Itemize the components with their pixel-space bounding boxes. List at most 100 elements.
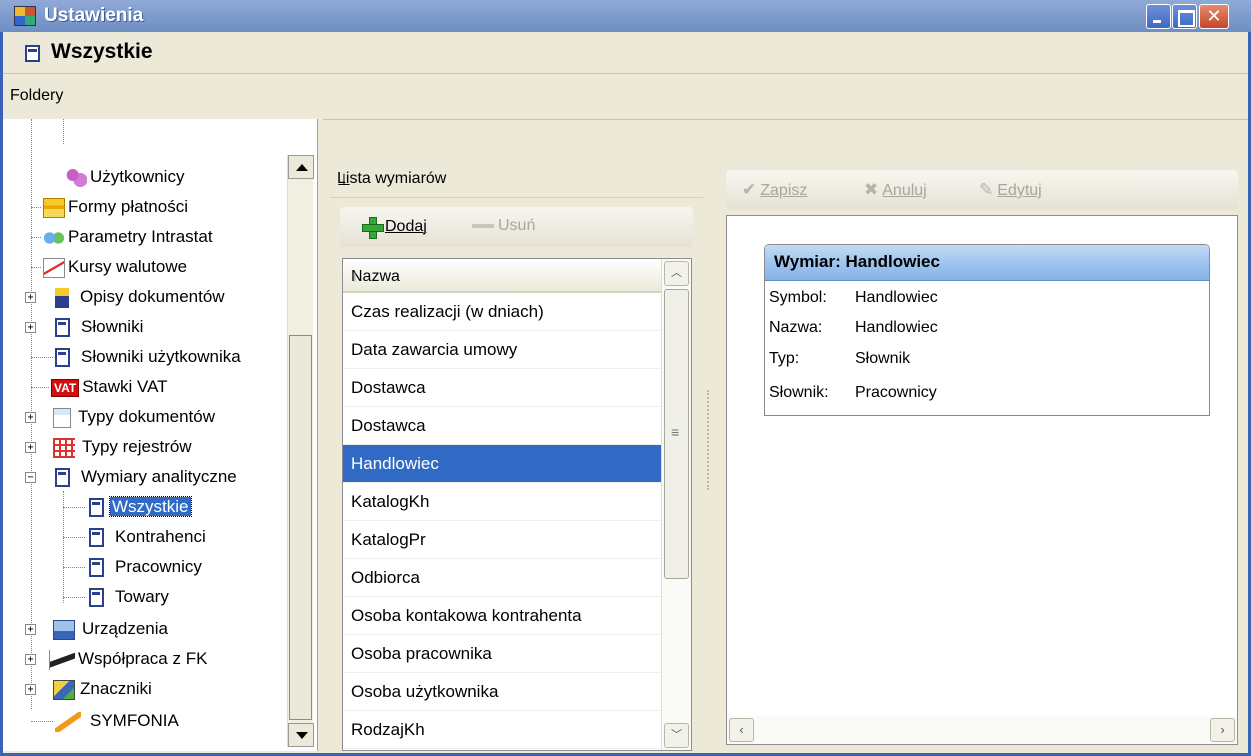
tree-item-wspolpraca-z-fk[interactable]: + Współpraca z FK [25, 645, 207, 675]
maximize-button[interactable] [1172, 4, 1197, 29]
tree-scroll-thumb[interactable] [289, 335, 312, 720]
close-button[interactable]: ✕ [1199, 4, 1229, 29]
minimize-button[interactable] [1146, 4, 1171, 29]
dimension-card: Wymiar: Handlowiec Symbol: Handlowiec Na… [764, 244, 1210, 416]
document-icon [55, 287, 69, 308]
scroll-down-arrow-icon[interactable] [288, 723, 314, 747]
expand-icon[interactable]: + [25, 412, 36, 423]
markers-icon [53, 679, 75, 700]
tree-item-opisy-dokumentow[interactable]: + Opisy dokumentów [25, 283, 225, 313]
list-item-selected[interactable]: Handlowiec [343, 445, 661, 483]
expand-icon[interactable]: + [25, 654, 36, 665]
tree-item-label: SYMFONIA [90, 711, 179, 730]
document-icon [25, 45, 40, 62]
tree-item-label: Kursy walutowe [68, 257, 188, 276]
list-item[interactable]: Osoba pracownika [343, 635, 661, 673]
document-icon [89, 588, 104, 608]
tree-item-wymiary-analityczne[interactable]: − Wymiary analityczne [25, 463, 237, 493]
detail-toolbar: ✔ Zapisz ✖ Anuluj ✎ Edytuj [726, 170, 1238, 210]
expand-icon[interactable]: + [25, 292, 36, 303]
tree-item-pracownicy[interactable]: Pracownicy [63, 553, 202, 583]
tree-item-label: Towary [115, 587, 169, 606]
column-header-nazwa[interactable]: Nazwa ↑ [343, 259, 661, 293]
tree-item-stawki-vat[interactable]: VAT Stawki VAT [31, 373, 168, 403]
add-button[interactable]: Dodaj [362, 217, 427, 239]
devices-icon [53, 619, 75, 640]
settings-window: Ustawienia ✕ Wszystkie Foldery Użytkowni… [0, 0, 1251, 756]
tree-line [63, 119, 64, 144]
save-label: Zapisz [760, 182, 808, 199]
save-button[interactable]: ✔ Zapisz [742, 180, 807, 200]
tree-item-towary[interactable]: Towary [63, 583, 169, 613]
field-value: Handlowiec [855, 319, 938, 336]
field-value: Słownik [855, 350, 911, 367]
section-title: Wszystkie [51, 40, 153, 63]
detail-body: Wymiar: Handlowiec Symbol: Handlowiec Na… [726, 215, 1238, 745]
scroll-up-arrow-icon[interactable]: ︿ [664, 261, 689, 286]
list-item[interactable]: Dostawca [343, 407, 661, 445]
intrastat-icon [43, 227, 65, 248]
list-item[interactable]: Dostawca [343, 369, 661, 407]
list-item[interactable]: KatalogKh [343, 483, 661, 521]
tree-item-znaczniki[interactable]: + Znaczniki [25, 675, 152, 705]
cancel-button[interactable]: ✖ Anuluj [864, 180, 927, 200]
pin-icon[interactable]: ⊥ [337, 170, 689, 190]
list-item[interactable]: Czas realizacji (w dniach) [343, 293, 661, 331]
cancel-label: Anuluj [882, 182, 927, 199]
list-item[interactable]: Osoba kontakowa kontrahenta [343, 597, 661, 635]
list-item[interactable]: Data zawarcia umowy [343, 331, 661, 369]
tree-item-kursy-walutowe[interactable]: Kursy walutowe [31, 253, 187, 283]
tree-item-urzadzenia[interactable]: + Urządzenia [25, 615, 168, 645]
payment-forms-icon [43, 197, 65, 218]
tree-item-label: Słowniki [81, 317, 144, 336]
expand-icon[interactable]: + [25, 442, 36, 453]
tree-item-wszystkie[interactable]: Wszystkie [63, 493, 192, 523]
tree-item-label: Urządzenia [82, 619, 168, 638]
tree-item-kontrahenci[interactable]: Kontrahenci [63, 523, 206, 553]
tree-item-slowniki-uzytkownika[interactable]: Słowniki użytkownika [31, 343, 241, 373]
tree-item-label: Znaczniki [80, 679, 152, 698]
folder-tree: Użytkownicy Formy płatności Parametry In… [3, 119, 318, 751]
tree-item-typy-rejestrow[interactable]: + Typy rejestrów [25, 433, 192, 463]
pencil-icon: ✎ [979, 180, 994, 199]
tree-item-symfonia[interactable]: SYMFONIA [31, 707, 179, 737]
detail-horizontal-scrollbar[interactable]: ‹ › [727, 716, 1237, 744]
list-item[interactable]: KatalogPr [343, 521, 661, 559]
tree-item-label: Wymiary analityczne [81, 467, 237, 486]
tree-scrollbar[interactable] [287, 155, 314, 747]
panel-splitter[interactable] [707, 390, 713, 490]
tree-item-label: Stawki VAT [82, 377, 168, 396]
symfonia-icon [55, 711, 81, 732]
dimension-list-panel: Lista wymiarów ⊥ Dodaj Usuń Nazwa ↑ Czas… [330, 160, 703, 751]
dimension-grid: Nazwa ↑ Czas realizacji (w dniach) Data … [342, 258, 692, 751]
scroll-right-arrow-icon[interactable]: › [1210, 718, 1235, 742]
scroll-down-arrow-icon[interactable]: ﹀ [664, 723, 689, 748]
tree-item-uzytkownicy[interactable]: Użytkownicy [65, 163, 184, 193]
tree-item-parametry-intrastat[interactable]: Parametry Intrastat [31, 223, 213, 253]
plus-icon [362, 217, 384, 239]
list-item[interactable]: RodzajKh [343, 711, 661, 749]
folders-label: Foldery [10, 87, 64, 104]
tree-item-label: Opisy dokumentów [80, 287, 225, 306]
tree-item-formy-platnosci[interactable]: Formy płatności [31, 193, 188, 223]
tree-item-typy-dokumentow[interactable]: + Typy dokumentów [25, 403, 215, 433]
grid-scrollbar[interactable]: ︿ ﹀ [661, 259, 691, 750]
list-toolbar: Dodaj Usuń [340, 207, 693, 247]
edit-button[interactable]: ✎ Edytuj [979, 180, 1042, 200]
expand-icon[interactable]: + [25, 684, 36, 695]
field-label: Typ: [769, 350, 800, 367]
field-label: Symbol: [769, 289, 827, 306]
tree-item-slowniki[interactable]: + Słowniki [25, 313, 144, 343]
field-value: Pracownicy [855, 384, 937, 401]
list-item[interactable]: Odbiorca [343, 559, 661, 597]
remove-button[interactable]: Usuń [472, 217, 535, 235]
grid-scroll-thumb[interactable] [664, 289, 689, 579]
expand-icon[interactable]: + [25, 624, 36, 635]
scroll-up-arrow-icon[interactable] [288, 155, 314, 179]
title-bar[interactable]: Ustawienia ✕ [0, 0, 1251, 32]
collapse-icon[interactable]: − [25, 472, 36, 483]
list-item[interactable]: Osoba użytkownika [343, 673, 661, 711]
users-icon [65, 167, 87, 188]
scroll-left-arrow-icon[interactable]: ‹ [729, 718, 754, 742]
expand-icon[interactable]: + [25, 322, 36, 333]
